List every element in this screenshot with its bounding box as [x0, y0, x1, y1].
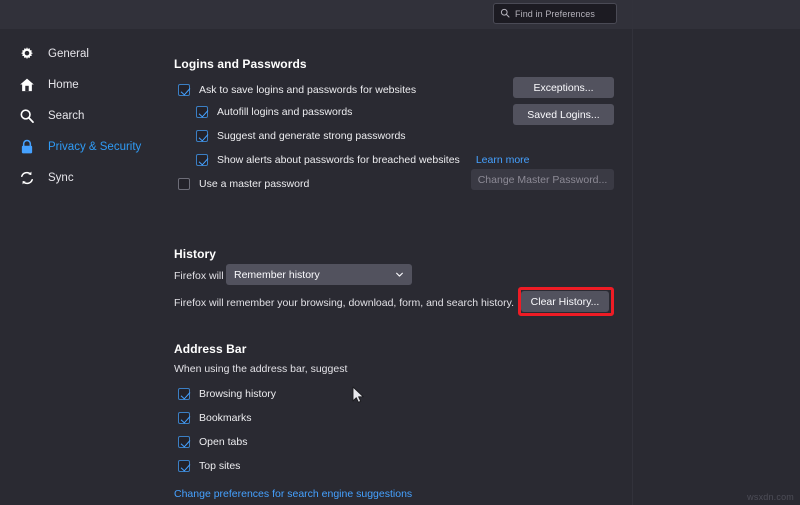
sidebar-item-general[interactable]: General: [18, 43, 89, 65]
checkbox-label: Top sites: [199, 460, 240, 472]
saved-logins-button[interactable]: Saved Logins...: [513, 104, 614, 125]
checkbox-use-master-password[interactable]: [178, 178, 190, 190]
checkbox-top-sites[interactable]: [178, 460, 190, 472]
checkbox-autofill-logins[interactable]: [196, 106, 208, 118]
watermark-text: wsxdn.com: [747, 492, 794, 502]
checkbox-label: Suggest and generate strong passwords: [217, 130, 406, 142]
checkbox-label: Bookmarks: [199, 412, 252, 424]
checkbox-row-open-tabs[interactable]: Open tabs: [178, 434, 247, 450]
history-mode-selected-value: Remember history: [234, 269, 320, 281]
checkbox-label: Use a master password: [199, 178, 309, 190]
checkbox-row-autofill-logins[interactable]: Autofill logins and passwords: [196, 104, 352, 120]
gear-icon: [18, 45, 36, 63]
checkbox-label: Autofill logins and passwords: [217, 106, 352, 118]
sidebar-item-label: Search: [48, 110, 84, 122]
sidebar-item-privacy-security[interactable]: Privacy & Security: [18, 136, 141, 158]
sync-icon: [18, 169, 36, 187]
history-section-title: History: [174, 247, 216, 261]
sidebar-item-label: General: [48, 48, 89, 60]
search-icon: [18, 107, 36, 125]
checkbox-row-use-master-password[interactable]: Use a master password: [178, 176, 309, 192]
change-master-password-button: Change Master Password...: [471, 169, 614, 190]
checkbox-label: Open tabs: [199, 436, 247, 448]
chevron-down-icon: [395, 270, 404, 279]
preferences-sidebar: General Home Search Privacy & Security: [0, 29, 160, 505]
find-in-preferences-input[interactable]: Find in Preferences: [493, 3, 617, 24]
checkbox-label: Show alerts about passwords for breached…: [217, 154, 460, 166]
history-mode-select[interactable]: Remember history: [226, 264, 412, 285]
sidebar-item-sync[interactable]: Sync: [18, 167, 74, 189]
sidebar-item-label: Home: [48, 79, 79, 91]
search-engine-suggestions-link[interactable]: Change preferences for search engine sug…: [174, 488, 412, 500]
checkbox-label: Browsing history: [199, 388, 276, 400]
checkbox-row-bookmarks[interactable]: Bookmarks: [178, 410, 252, 426]
checkbox-suggest-strong-passwords[interactable]: [196, 130, 208, 142]
search-placeholder-text: Find in Preferences: [515, 9, 595, 19]
checkbox-browsing-history[interactable]: [178, 388, 190, 400]
preferences-header-bar: [0, 0, 800, 29]
checkbox-row-ask-to-save-logins[interactable]: Ask to save logins and passwords for web…: [178, 82, 416, 98]
sidebar-item-label: Sync: [48, 172, 74, 184]
checkbox-bookmarks[interactable]: [178, 412, 190, 424]
history-description: Firefox will remember your browsing, dow…: [174, 297, 514, 309]
checkbox-row-browsing-history[interactable]: Browsing history: [178, 386, 276, 402]
sidebar-item-label: Privacy & Security: [48, 141, 141, 153]
home-icon: [18, 76, 36, 94]
address-bar-subtitle: When using the address bar, suggest: [174, 363, 347, 375]
address-bar-section-title: Address Bar: [174, 342, 246, 356]
search-icon: [500, 5, 510, 23]
checkbox-ask-to-save-logins[interactable]: [178, 84, 190, 96]
checkbox-breach-alerts[interactable]: [196, 154, 208, 166]
checkbox-row-suggest-strong-passwords[interactable]: Suggest and generate strong passwords: [196, 128, 406, 144]
checkbox-row-top-sites[interactable]: Top sites: [178, 458, 240, 474]
learn-more-link[interactable]: Learn more: [476, 154, 530, 166]
sidebar-item-search[interactable]: Search: [18, 105, 84, 127]
checkbox-label: Ask to save logins and passwords for web…: [199, 84, 416, 96]
sidebar-item-home[interactable]: Home: [18, 74, 79, 96]
exceptions-button[interactable]: Exceptions...: [513, 77, 614, 98]
logins-section-title: Logins and Passwords: [174, 57, 307, 71]
checkbox-row-breach-alerts[interactable]: Show alerts about passwords for breached…: [196, 152, 530, 168]
firefox-will-label: Firefox will: [174, 270, 224, 282]
checkbox-open-tabs[interactable]: [178, 436, 190, 448]
mouse-cursor: [352, 386, 365, 409]
clear-history-button[interactable]: Clear History...: [521, 291, 609, 312]
privacy-security-panel: Logins and Passwords Ask to save logins …: [174, 29, 634, 505]
lock-icon: [18, 138, 36, 156]
